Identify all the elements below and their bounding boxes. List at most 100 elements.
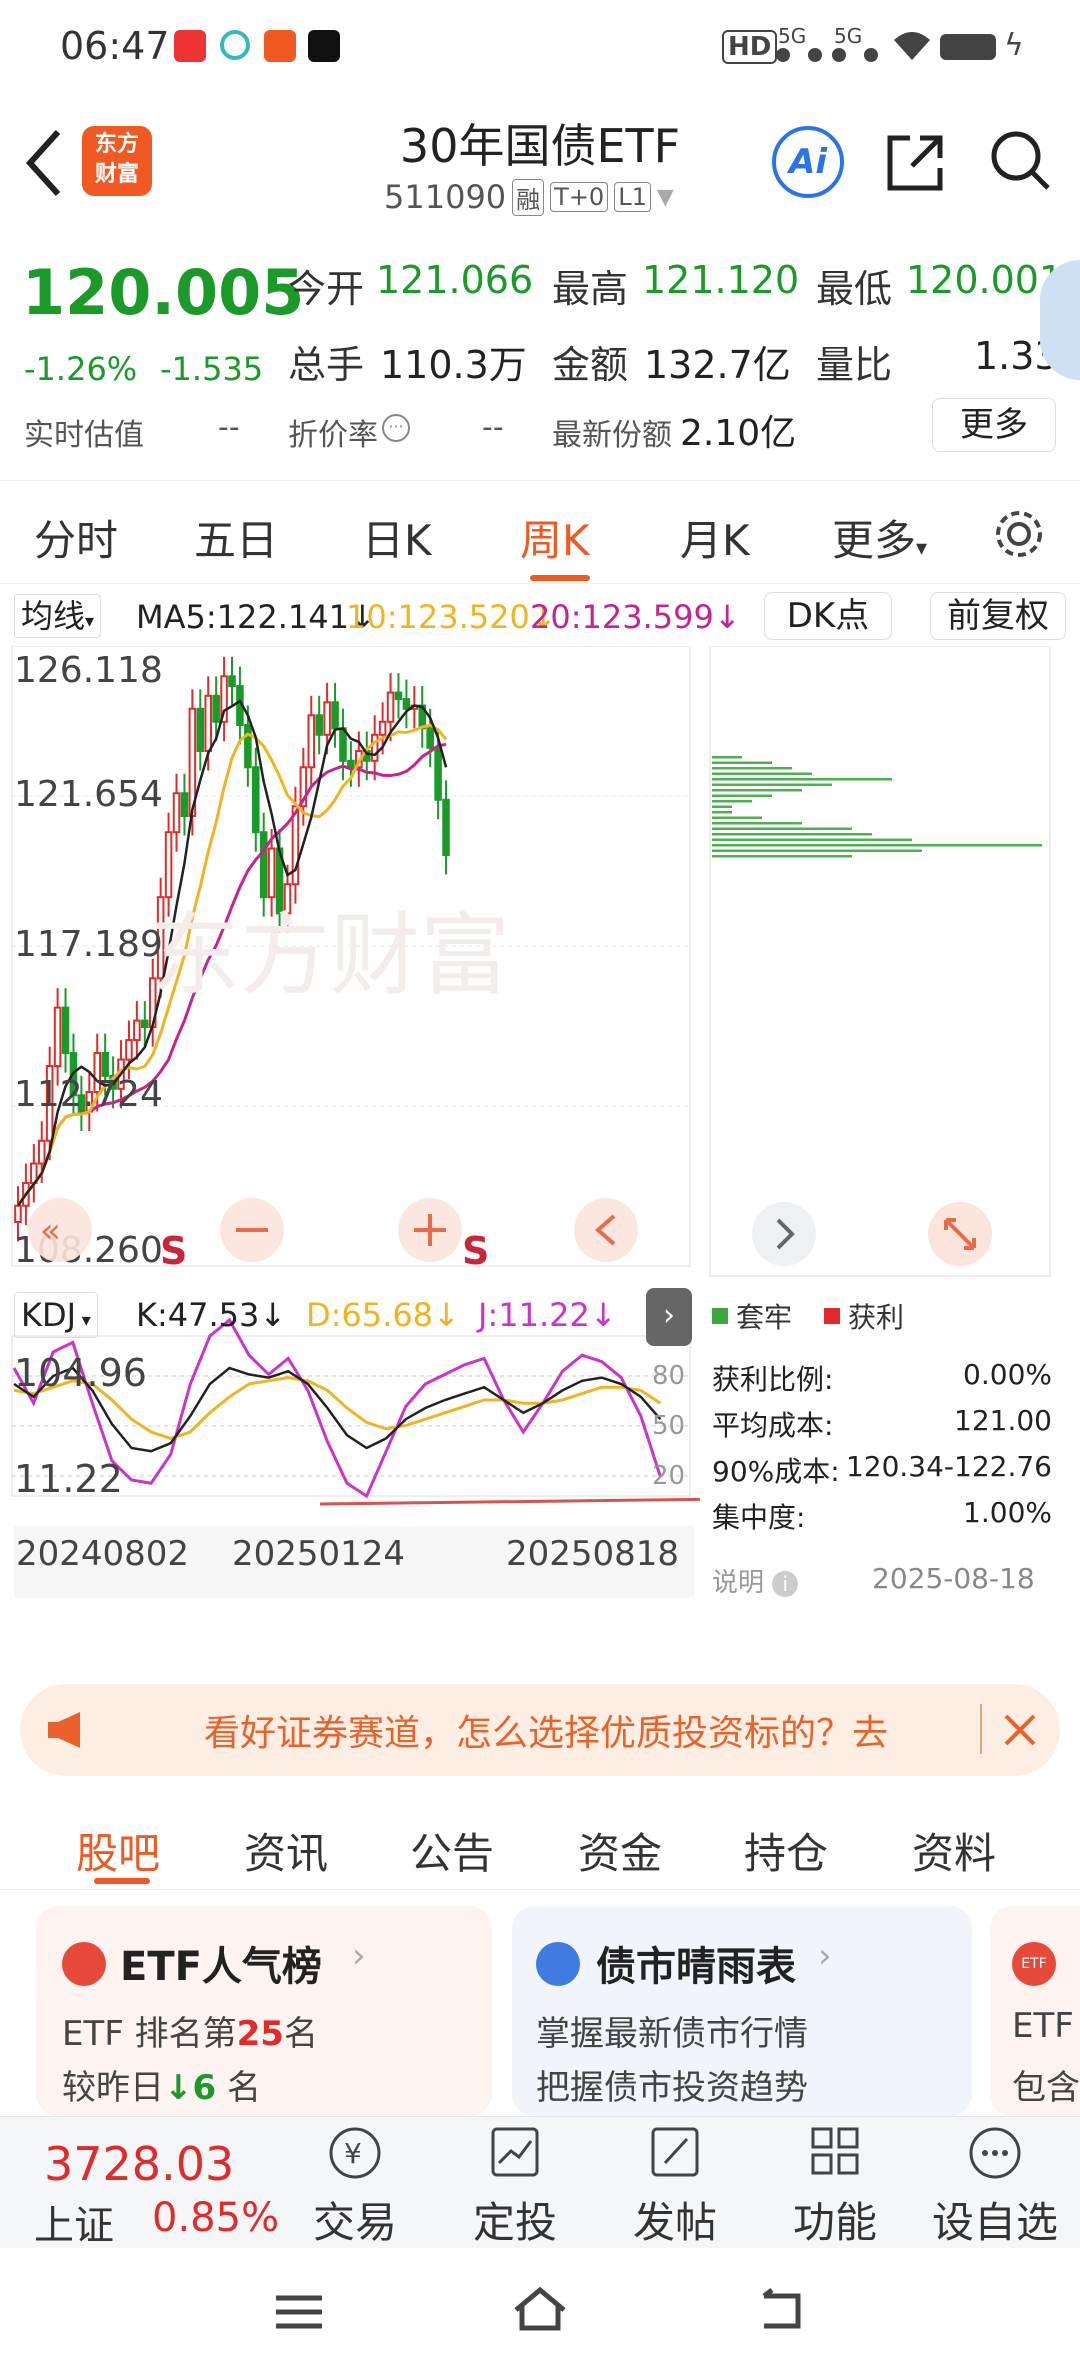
page-title: 30年国债ETF bbox=[399, 119, 681, 173]
subtab-funds[interactable]: 资金 bbox=[578, 1820, 662, 1881]
candle-body bbox=[307, 714, 316, 769]
back-nav-icon[interactable] bbox=[754, 2286, 806, 2332]
high-label: 最高 bbox=[552, 267, 629, 311]
chip-bar bbox=[712, 789, 802, 792]
chip-bar bbox=[712, 816, 762, 819]
more-button[interactable]: 更多 bbox=[932, 398, 1056, 452]
subtab-announcements[interactable]: 公告 bbox=[410, 1820, 494, 1881]
chip-row-avg-cost: 平均成本: 121.00 bbox=[712, 1404, 1052, 1442]
nav-auto-invest[interactable]: 定投 bbox=[450, 2123, 580, 2250]
index-name[interactable]: 上证 bbox=[34, 2193, 114, 2251]
chip-bar bbox=[712, 800, 752, 803]
candle-body bbox=[172, 792, 181, 834]
candle-body bbox=[442, 798, 450, 856]
adjust-mode-button[interactable]: 前复权 bbox=[930, 592, 1066, 640]
expand-panel-button[interactable]: › bbox=[646, 1288, 692, 1346]
period-tabs: 分时 五日 日K 周K 月K 更多▾ bbox=[0, 480, 1080, 584]
back-icon[interactable] bbox=[24, 128, 64, 198]
chip-note[interactable]: 说明 i bbox=[712, 1562, 799, 1599]
chip-bar bbox=[712, 849, 922, 852]
candle-body bbox=[347, 759, 355, 769]
promo-banner[interactable]: 看好证券赛道，怎么选择优质投资标的？去 bbox=[20, 1684, 1060, 1776]
info-icon[interactable]: ··· bbox=[382, 414, 410, 442]
subtab-news[interactable]: 资讯 bbox=[244, 1820, 328, 1881]
chip-next-button[interactable] bbox=[752, 1202, 816, 1266]
subtab-forum[interactable]: 股吧 bbox=[76, 1820, 160, 1881]
kline-svg[interactable]: 东方财富 126.118 121.654 117.189 112.724 108… bbox=[0, 646, 700, 1516]
search-icon[interactable] bbox=[986, 126, 1054, 194]
candle-body bbox=[14, 1204, 22, 1223]
candle-body bbox=[61, 1006, 70, 1055]
chip-bar bbox=[712, 756, 742, 759]
ma-selector[interactable]: 均线▾ bbox=[14, 594, 102, 638]
chip-bar bbox=[712, 783, 832, 786]
card-line-1: 掌握最新债市行情 bbox=[536, 2014, 808, 2054]
settings-icon[interactable] bbox=[992, 507, 1046, 561]
card-etf-popularity[interactable]: ETF人气榜 › ETF 排名第25名 较昨日↓6 名 bbox=[36, 1906, 492, 2116]
candle-body bbox=[252, 766, 260, 834]
card-bond-barometer[interactable]: 债市晴雨表 › 掌握最新债市行情 把握债市投资趋势 bbox=[512, 1906, 972, 2116]
header: 东方 财富 30年国债ETF 511090 融 T+0 L1 ▼ Ai bbox=[0, 96, 1080, 230]
tab-daily-k[interactable]: 日K bbox=[362, 507, 432, 568]
estimate-value: -- bbox=[218, 410, 240, 445]
nav-post[interactable]: 发帖 bbox=[610, 2123, 740, 2250]
active-subtab-indicator bbox=[94, 1878, 150, 1884]
dropdown-icon[interactable]: ▼ bbox=[657, 185, 674, 210]
candle-body bbox=[386, 691, 395, 723]
candle-body bbox=[370, 733, 379, 762]
kdj-level-20: 20 bbox=[652, 1461, 685, 1491]
share-icon[interactable] bbox=[884, 130, 948, 194]
premium-label: 折价率 bbox=[288, 418, 378, 453]
ai-button[interactable]: Ai bbox=[772, 126, 844, 198]
y-label-2: 121.654 bbox=[14, 774, 163, 815]
bottom-nav: 3728.03 上证 0.85% ¥ 交易 定投 发帖 功能 设自选 bbox=[0, 2116, 1080, 2251]
chip-bar bbox=[712, 772, 812, 775]
low-label: 最低 bbox=[816, 267, 893, 311]
tab-monthly-k[interactable]: 月K bbox=[680, 507, 750, 568]
volume-ratio-label: 量比 bbox=[816, 343, 893, 387]
y-label-3: 117.189 bbox=[14, 924, 163, 965]
menu-icon[interactable] bbox=[274, 2292, 324, 2332]
candle-body bbox=[244, 724, 252, 769]
nav-trade[interactable]: ¥ 交易 bbox=[290, 2123, 420, 2250]
chip-bar bbox=[712, 811, 732, 814]
home-icon[interactable] bbox=[510, 2284, 570, 2334]
candle-body bbox=[204, 694, 212, 753]
tab-more[interactable]: 更多▾ bbox=[832, 507, 927, 568]
dk-point-button[interactable]: DK点 bbox=[764, 592, 892, 640]
premium-value: -- bbox=[482, 410, 504, 445]
nav-functions[interactable]: 功能 bbox=[770, 2123, 900, 2250]
chip-stats: 获利比例: 0.00% 平均成本: 121.00 90%成本: 120.34-122.… bbox=[712, 1358, 1052, 1542]
chart-icon bbox=[62, 1942, 106, 1986]
candle-body bbox=[133, 1019, 141, 1042]
subtab-holdings[interactable]: 持仓 bbox=[744, 1820, 828, 1881]
j-value: J:11.22↓ bbox=[478, 1296, 617, 1334]
chip-bar bbox=[712, 822, 802, 825]
card-etf-partial[interactable]: ETF ETF 包含 bbox=[990, 1906, 1080, 2116]
nav-add-watchlist[interactable]: 设自选 bbox=[930, 2123, 1060, 2250]
tab-weekly-k[interactable]: 周K bbox=[520, 507, 590, 568]
side-float-button[interactable] bbox=[1040, 260, 1080, 380]
candle-body bbox=[402, 698, 411, 710]
scroll-left-button[interactable] bbox=[574, 1198, 638, 1262]
chip-distribution[interactable] bbox=[708, 646, 1054, 1286]
tab-five-day[interactable]: 五日 bbox=[194, 507, 278, 568]
subtab-profile[interactable]: 资料 bbox=[912, 1820, 996, 1881]
change-percent: -1.26% bbox=[24, 350, 138, 388]
index-percent[interactable]: 0.85% bbox=[152, 2195, 279, 2241]
content-tabs: 股吧 资讯 公告 资金 持仓 资料 bbox=[0, 1790, 1080, 1890]
card-line-2: 包含 bbox=[1012, 2068, 1080, 2108]
tab-intraday[interactable]: 分时 bbox=[34, 507, 118, 568]
sync-icon bbox=[220, 30, 250, 60]
indicator-selector[interactable]: KDJ ▾ bbox=[14, 1292, 98, 1338]
banner-text: 看好证券赛道，怎么选择优质投资标的？去 bbox=[204, 1713, 889, 1754]
card-title: ETF人气榜 bbox=[120, 1944, 322, 1990]
candle-body bbox=[426, 727, 434, 749]
close-icon[interactable] bbox=[1000, 1710, 1040, 1750]
kdj-top-label: 104.96 bbox=[14, 1351, 147, 1395]
candle-body bbox=[101, 1052, 109, 1077]
k-value: K:47.53↓ bbox=[136, 1296, 287, 1334]
index-value[interactable]: 3728.03 bbox=[44, 2137, 234, 2191]
card-line-2: 把握债市投资趋势 bbox=[536, 2068, 808, 2108]
date-label-1: 20240802 bbox=[16, 1534, 190, 1574]
